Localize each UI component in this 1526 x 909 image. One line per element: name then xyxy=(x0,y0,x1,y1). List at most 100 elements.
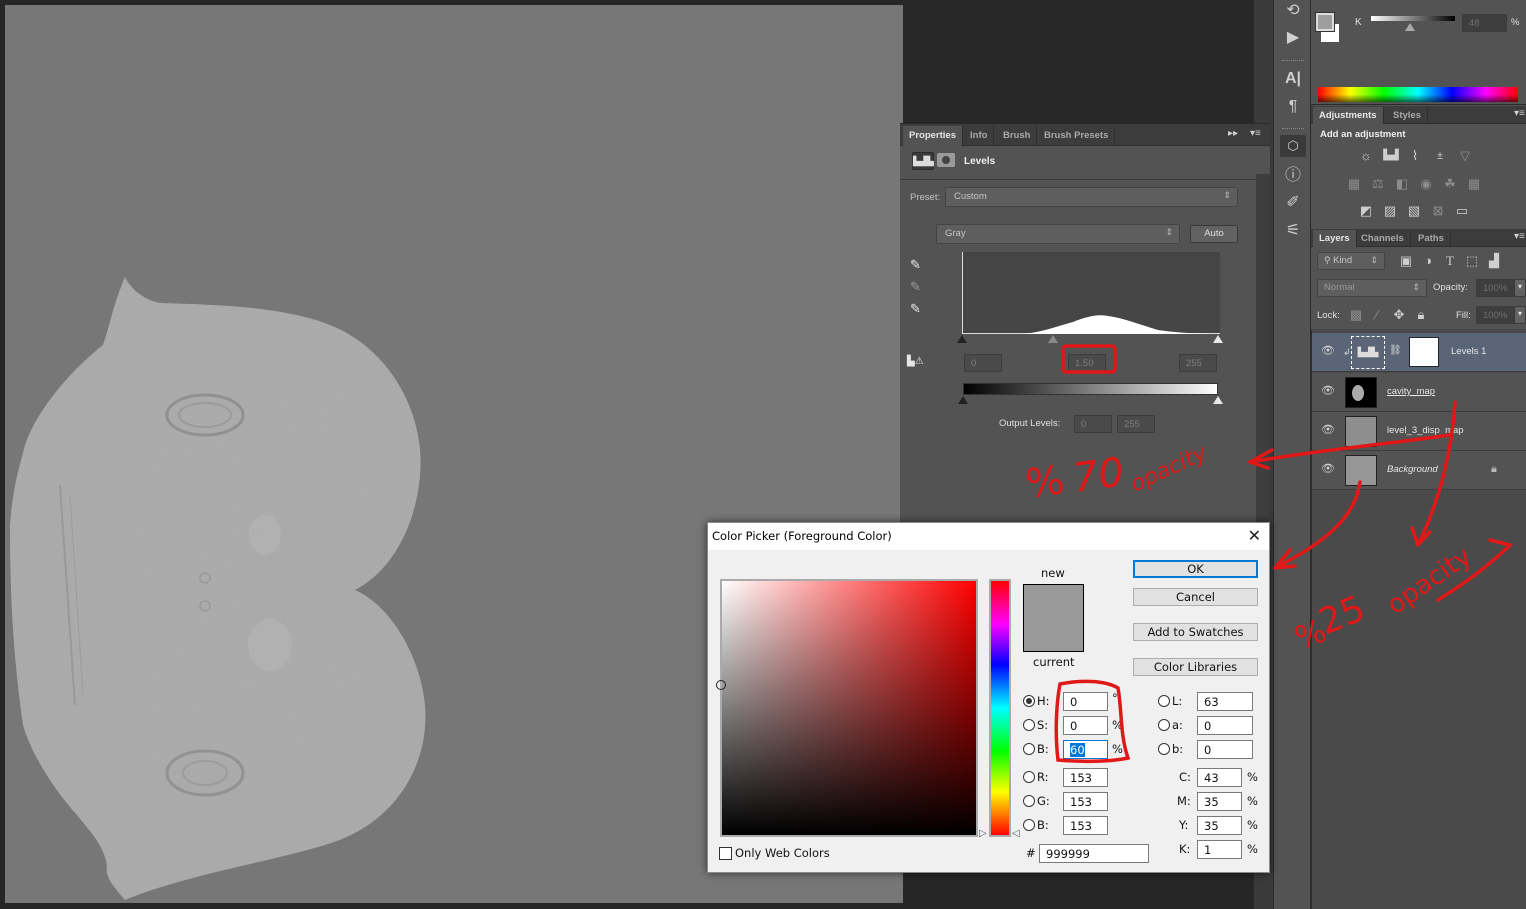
invert-icon[interactable]: ◩ xyxy=(1357,203,1375,219)
red-radio[interactable] xyxy=(1023,771,1035,783)
curves-icon[interactable]: ⌇ xyxy=(1406,148,1424,164)
lab-b-radio[interactable] xyxy=(1158,743,1170,755)
k-value-field[interactable]: 48 xyxy=(1462,14,1507,32)
hue-radio[interactable] xyxy=(1023,695,1035,707)
history-icon[interactable]: ⟲ xyxy=(1282,0,1304,22)
magenta-field[interactable]: 35 xyxy=(1197,792,1242,811)
tab-info[interactable]: Info xyxy=(964,126,995,146)
lock-position-icon[interactable]: ✥ xyxy=(1390,307,1408,323)
layer-name[interactable]: cavity_map xyxy=(1387,386,1435,397)
brightness-radio[interactable] xyxy=(1023,743,1035,755)
yellow-field[interactable]: 35 xyxy=(1197,816,1242,835)
visibility-eye-icon[interactable]: 👁︎ xyxy=(1321,464,1335,475)
posterize-icon[interactable]: ▨ xyxy=(1381,203,1399,219)
layer-thumbnail[interactable] xyxy=(1345,416,1377,447)
color-libraries-button[interactable]: Color Libraries xyxy=(1133,658,1258,676)
info-icon[interactable]: ⓘ xyxy=(1282,165,1304,187)
play-action-icon[interactable]: ▶ xyxy=(1282,27,1304,49)
cyan-field[interactable]: 43 xyxy=(1197,768,1242,787)
fill-dropdown-button[interactable]: ▾ xyxy=(1514,306,1526,324)
brightness-contrast-icon[interactable]: ☼ xyxy=(1357,148,1375,164)
output-white-field[interactable]: 255 xyxy=(1117,415,1155,433)
layer-name[interactable]: level_3_disp_map xyxy=(1387,425,1464,436)
3d-properties-icon[interactable]: ⬡ xyxy=(1280,135,1306,157)
color-balance-icon[interactable]: ⚖ xyxy=(1369,176,1387,192)
vibrance-icon[interactable]: ▽ xyxy=(1456,148,1474,164)
visibility-eye-icon[interactable]: 👁︎ xyxy=(1321,425,1335,436)
filter-adjustment-icon[interactable]: ◑ xyxy=(1419,253,1437,269)
properties-scrollbar[interactable] xyxy=(1256,174,1270,524)
color-lookup-icon[interactable]: ▦ xyxy=(1465,176,1483,192)
tab-adjustments[interactable]: Adjustments xyxy=(1313,107,1384,124)
hue-slider-arrow-icon[interactable]: ◁ xyxy=(1012,828,1020,839)
layer-mask-thumbnail[interactable] xyxy=(1409,337,1439,367)
output-white-slider[interactable] xyxy=(1213,396,1223,404)
gray-eyedropper-icon[interactable]: ✎ xyxy=(910,279,921,295)
visibility-eye-icon[interactable]: 👁︎ xyxy=(1321,386,1335,397)
tab-brush-presets[interactable]: Brush Presets xyxy=(1038,126,1116,146)
dialog-titlebar[interactable]: Color Picker (Foreground Color) ✕ xyxy=(708,523,1269,550)
saturation-field[interactable]: 0 xyxy=(1063,716,1108,735)
k-slider-thumb[interactable] xyxy=(1405,23,1415,31)
lab-l-field[interactable]: 63 xyxy=(1197,692,1253,711)
adjustment-thumbnail[interactable]: ▙▟▙ xyxy=(1351,336,1385,369)
brush-presets-icon[interactable]: ✐ xyxy=(1282,192,1304,214)
tab-styles[interactable]: Styles xyxy=(1387,107,1428,124)
black-eyedropper-icon[interactable]: ✎ xyxy=(910,257,921,273)
green-radio[interactable] xyxy=(1023,795,1035,807)
brightness-field[interactable]: 60 xyxy=(1063,740,1108,759)
hex-field[interactable]: 999999 xyxy=(1039,844,1149,863)
filter-type-icon[interactable]: T xyxy=(1441,253,1459,269)
character-icon[interactable]: A| xyxy=(1282,68,1304,90)
output-black-field[interactable]: 0 xyxy=(1074,415,1112,433)
hue-field[interactable]: 0 xyxy=(1063,692,1108,711)
add-to-swatches-button[interactable]: Add to Swatches xyxy=(1133,623,1258,641)
auto-button[interactable]: Auto xyxy=(1190,225,1238,243)
grip-handle[interactable] xyxy=(1282,60,1304,62)
tab-channels[interactable]: Channels xyxy=(1355,230,1411,247)
channel-mixer-icon[interactable]: ☘ xyxy=(1441,176,1459,192)
lab-b-field[interactable]: 0 xyxy=(1197,740,1253,759)
opacity-field[interactable]: 100% xyxy=(1476,279,1514,297)
lab-a-field[interactable]: 0 xyxy=(1197,716,1253,735)
red-field[interactable]: 153 xyxy=(1063,768,1108,787)
tool-presets-icon[interactable]: ⚟ xyxy=(1282,220,1304,242)
input-white-slider[interactable] xyxy=(1213,335,1223,343)
lab-l-radio[interactable] xyxy=(1158,695,1170,707)
only-web-colors-checkbox[interactable] xyxy=(719,847,732,860)
layer-thumbnail[interactable] xyxy=(1345,377,1377,408)
black-field[interactable]: 1 xyxy=(1197,840,1242,859)
opacity-dropdown-button[interactable]: ▾ xyxy=(1514,279,1526,297)
layer-thumbnail[interactable] xyxy=(1345,455,1377,486)
exposure-icon[interactable]: ± xyxy=(1431,148,1449,164)
lock-transparency-icon[interactable]: ▩ xyxy=(1347,307,1365,323)
input-gamma-field[interactable]: 1.50 xyxy=(1068,354,1106,372)
saturation-radio[interactable] xyxy=(1023,719,1035,731)
layer-row-cavity-map[interactable]: 👁︎ cavity_map xyxy=(1311,373,1526,412)
layer-row-background[interactable]: 👁︎ Background 🔒︎ xyxy=(1311,451,1526,490)
link-icon[interactable]: ⛓︎ xyxy=(1389,345,1402,356)
blend-mode-dropdown[interactable]: Normal ⇕ xyxy=(1317,279,1427,297)
filter-shape-icon[interactable]: ⬚ xyxy=(1463,253,1481,269)
black-white-icon[interactable]: ◧ xyxy=(1393,176,1411,192)
layer-name[interactable]: Background xyxy=(1387,464,1438,475)
levels-icon[interactable]: ▙▟ xyxy=(1382,148,1400,164)
filter-pixel-icon[interactable]: ▣ xyxy=(1397,253,1415,269)
lab-a-radio[interactable] xyxy=(1158,719,1170,731)
paragraph-icon[interactable]: ¶ xyxy=(1282,96,1304,118)
output-black-slider[interactable] xyxy=(958,396,968,404)
input-white-field[interactable]: 255 xyxy=(1179,354,1217,372)
threshold-icon[interactable]: ▧ xyxy=(1405,203,1423,219)
grip-handle[interactable] xyxy=(1282,128,1304,130)
blue-radio[interactable] xyxy=(1023,819,1035,831)
visibility-eye-icon[interactable]: 👁︎ xyxy=(1321,346,1335,357)
layer-name[interactable]: Levels 1 xyxy=(1451,346,1486,357)
saturation-brightness-field[interactable] xyxy=(716,579,978,837)
color-ramp[interactable] xyxy=(1318,87,1518,102)
mask-icon[interactable] xyxy=(937,153,955,167)
blue-field[interactable]: 153 xyxy=(1063,816,1108,835)
gradient-map-icon[interactable]: ▭ xyxy=(1453,203,1471,219)
layer-row-level-3-disp-map[interactable]: 👁︎ level_3_disp_map xyxy=(1311,412,1526,451)
layer-filter-dropdown[interactable]: ⚲ Kind ⇕ xyxy=(1317,252,1385,270)
hue-slider[interactable] xyxy=(989,579,1011,837)
